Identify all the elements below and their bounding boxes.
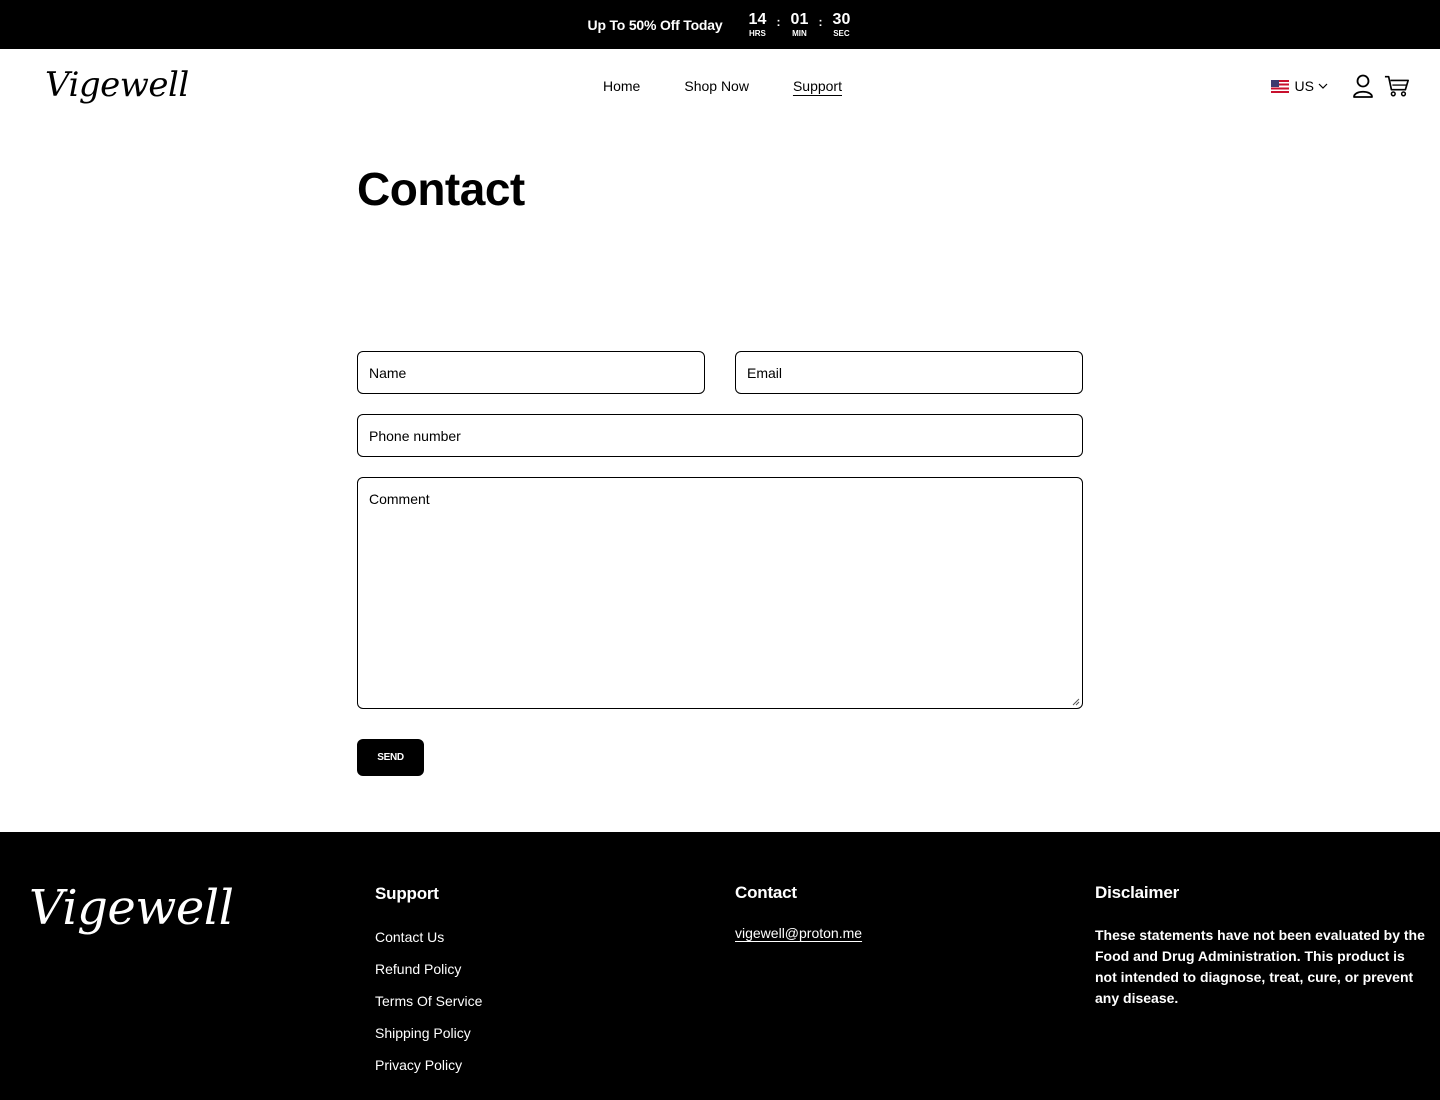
timer-hours-value: 14 bbox=[748, 10, 767, 28]
timer-seconds: 30 SEC bbox=[830, 11, 852, 39]
footer-link-privacy-policy[interactable]: Privacy Policy bbox=[375, 1057, 462, 1073]
timer-minutes-label: MIN bbox=[792, 28, 807, 38]
footer-disclaimer: Disclaimer These statements have not bee… bbox=[1095, 883, 1425, 1009]
site-header: Vigewell Home Shop Now Support US bbox=[0, 49, 1440, 125]
locale-selector[interactable]: US bbox=[1270, 78, 1328, 94]
footer-disclaimer-heading: Disclaimer bbox=[1095, 883, 1179, 902]
footer-link-shipping-policy[interactable]: Shipping Policy bbox=[375, 1025, 471, 1041]
header-logo[interactable]: Vigewell bbox=[45, 65, 189, 105]
footer-contact: Contact vigewell@proton.me bbox=[735, 883, 862, 943]
header-actions: US bbox=[1270, 73, 1410, 99]
page-title: Contact bbox=[357, 163, 525, 215]
account-button[interactable] bbox=[1350, 73, 1376, 99]
promo-text: Up To 50% Off Today bbox=[587, 16, 723, 33]
cart-icon bbox=[1384, 75, 1409, 97]
list-item: Terms Of Service bbox=[375, 990, 482, 1022]
email-field-wrapper bbox=[735, 351, 1083, 394]
main-nav: Home Shop Now Support bbox=[603, 78, 842, 94]
footer-link-refund-policy[interactable]: Refund Policy bbox=[375, 961, 461, 977]
list-item: Privacy Policy bbox=[375, 1054, 482, 1086]
chevron-down-icon bbox=[1318, 83, 1328, 89]
footer-support-heading: Support bbox=[375, 884, 439, 903]
phone-input[interactable] bbox=[358, 415, 1082, 456]
resize-handle-icon[interactable] bbox=[1072, 698, 1080, 706]
timer-seconds-label: SEC bbox=[833, 28, 850, 38]
timer-minutes: 01 MIN bbox=[788, 11, 810, 39]
phone-field-wrapper bbox=[357, 414, 1083, 457]
nav-home[interactable]: Home bbox=[603, 78, 640, 94]
us-flag-icon bbox=[1270, 79, 1289, 93]
locale-label: US bbox=[1294, 78, 1314, 94]
name-field-wrapper bbox=[357, 351, 705, 394]
list-item: Shipping Policy bbox=[375, 1022, 482, 1054]
user-icon bbox=[1353, 74, 1373, 98]
name-input[interactable] bbox=[358, 352, 704, 393]
footer-support: Support Contact Us Refund Policy Terms O… bbox=[375, 884, 482, 1086]
comment-textarea[interactable] bbox=[358, 478, 1082, 708]
announcement-bar: Up To 50% Off Today 14 HRS : 01 MIN : 30… bbox=[0, 0, 1440, 49]
nav-shop-now[interactable]: Shop Now bbox=[684, 78, 749, 94]
timer-seconds-value: 30 bbox=[832, 10, 851, 28]
footer-logo: Vigewell bbox=[29, 880, 234, 936]
nav-support[interactable]: Support bbox=[793, 78, 842, 94]
list-item: Contact Us bbox=[375, 926, 482, 958]
list-item: Refund Policy bbox=[375, 958, 482, 990]
footer-disclaimer-text: These statements have not been evaluated… bbox=[1095, 927, 1425, 1006]
timer-separator: : bbox=[776, 14, 781, 29]
timer-separator: : bbox=[818, 14, 823, 29]
footer-contact-heading: Contact bbox=[735, 883, 797, 902]
email-input[interactable] bbox=[736, 352, 1082, 393]
footer-link-contact-us[interactable]: Contact Us bbox=[375, 929, 444, 945]
timer-hours: 14 HRS bbox=[746, 11, 768, 39]
comment-field-wrapper bbox=[357, 477, 1083, 709]
cart-button[interactable] bbox=[1384, 73, 1410, 99]
timer-hours-label: HRS bbox=[749, 28, 766, 38]
footer-email-link[interactable]: vigewell@proton.me bbox=[735, 925, 862, 941]
timer-minutes-value: 01 bbox=[790, 10, 809, 28]
send-button[interactable]: SEND bbox=[357, 739, 424, 776]
footer-link-terms-of-service[interactable]: Terms Of Service bbox=[375, 993, 482, 1009]
site-footer: Vigewell Support Contact Us Refund Polic… bbox=[0, 832, 1440, 1100]
footer-support-links: Contact Us Refund Policy Terms Of Servic… bbox=[375, 926, 482, 1086]
countdown-timer: 14 HRS : 01 MIN : 30 SEC bbox=[746, 11, 852, 39]
